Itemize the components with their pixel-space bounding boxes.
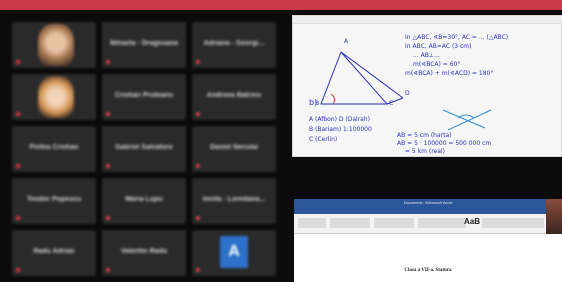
participant-name: Mihaela - Dragosana <box>109 40 179 47</box>
calculation-line: AB = 5 cm (harta) <box>397 132 452 139</box>
participant-tile[interactable]: Maria Lupu <box>102 178 186 224</box>
top-accent-bar <box>0 0 562 10</box>
map-list-line: C (Cerlin) <box>309 136 338 143</box>
muted-mic-icon <box>196 268 200 272</box>
participant-tile[interactable]: Pintea Cristian <box>12 126 96 172</box>
vertex-label: A <box>344 38 349 45</box>
muted-mic-icon <box>106 164 110 168</box>
sketch-line <box>442 109 486 129</box>
triangle-side <box>340 51 404 99</box>
participant-tile[interactable]: Gabriel Salvatore <box>102 126 186 172</box>
participant-name: Maria Lupu <box>125 196 163 203</box>
shared-document-window[interactable]: Document - Microsoft Word AaB Clasa a VI… <box>294 199 562 282</box>
participant-video <box>38 76 74 118</box>
participant-name: Teodor Popescu <box>26 196 82 203</box>
participant-video <box>38 24 74 66</box>
participant-tile[interactable]: Cristian Pruteanu <box>102 74 186 120</box>
muted-mic-icon <box>106 268 110 272</box>
document-page[interactable]: Clasa a VII-a. Statura <box>294 234 562 282</box>
map-list-line: B (Bariam) 1:100000 <box>309 126 372 133</box>
sketch-line <box>447 109 492 131</box>
muted-mic-icon <box>16 112 20 116</box>
proof-line: m(∢BCA) + m(∢ACD) = 180° <box>405 70 494 77</box>
participant-tile[interactable]: Daniel Neculai <box>192 126 276 172</box>
participant-tile[interactable] <box>12 22 96 68</box>
editing-group[interactable] <box>482 218 544 228</box>
muted-mic-icon <box>16 60 20 64</box>
vertex-label: D <box>405 90 410 97</box>
styles-group[interactable] <box>418 218 466 228</box>
muted-mic-icon <box>106 60 110 64</box>
participant-name: Andreea Batrinu <box>206 92 262 99</box>
map-list-line: A (Afbon) D (Dalrah) <box>309 116 371 123</box>
muted-mic-icon <box>196 216 200 220</box>
style-preview[interactable]: AaB <box>464 217 480 226</box>
document-heading: Clasa a VII-a. Statura <box>404 268 452 273</box>
participant-tile[interactable] <box>12 74 96 120</box>
participant-tile[interactable]: Andreea Batrinu <box>192 74 276 120</box>
muted-mic-icon <box>196 60 200 64</box>
calculation-line: AB = 5 · 100000 = 500 000 cm <box>397 140 492 147</box>
presenter-thumbnail <box>546 199 562 234</box>
muted-mic-icon <box>16 268 20 272</box>
angle-mark <box>330 93 336 105</box>
participant-name: Daniel Neculai <box>210 144 258 151</box>
vertex-label: C <box>389 100 394 107</box>
paragraph-group[interactable] <box>374 218 414 228</box>
participant-tile[interactable]: Radu Adrian <box>12 230 96 276</box>
muted-mic-icon <box>106 216 110 220</box>
document-title-bar: Document - Microsoft Word <box>294 199 562 207</box>
participant-name: Ionita - Loredana... <box>202 196 266 203</box>
whiteboard-toolbar <box>293 16 562 24</box>
clipboard-group[interactable] <box>298 218 326 228</box>
participant-tile[interactable]: Adriana - Georgi... <box>192 22 276 68</box>
exercise-label: b) <box>309 98 318 107</box>
participant-name: Radu Adrian <box>33 248 75 255</box>
participant-tile[interactable]: Teodor Popescu <box>12 178 96 224</box>
participant-name: Pintea Cristian <box>29 144 79 151</box>
ribbon-toolbar[interactable]: AaB <box>294 214 562 234</box>
triangle-shape <box>320 51 389 105</box>
participant-tile[interactable]: Valentin Radu <box>102 230 186 276</box>
participant-tile[interactable]: Ionita - Loredana... <box>192 178 276 224</box>
proof-line: m(∢BCA) = 60° <box>413 61 461 68</box>
muted-mic-icon <box>16 216 20 220</box>
participant-name: Gabriel Salvatore <box>115 144 173 151</box>
muted-mic-icon <box>196 112 200 116</box>
proof-line: In △ABC, ∢B=30°, AC = ... (△ABC) <box>405 34 509 41</box>
proof-line: In ABC, AB=AC (3 cm) <box>405 43 472 50</box>
participant-name: Adriana - Georgi... <box>203 40 265 47</box>
muted-mic-icon <box>196 164 200 168</box>
muted-mic-icon <box>16 164 20 168</box>
font-group[interactable] <box>330 218 370 228</box>
proof-line: ... AB⊥... <box>413 52 440 59</box>
shared-whiteboard[interactable]: A B C D In △ABC, ∢B=30°, AC = ... (△ABC)… <box>292 15 562 157</box>
participant-tile[interactable]: A <box>192 230 276 276</box>
participant-tile[interactable]: Mihaela - Dragosana <box>102 22 186 68</box>
participant-gallery: Mihaela - Dragosana Adriana - Georgi... … <box>12 22 282 280</box>
muted-mic-icon <box>106 112 110 116</box>
calculation-line: = 5 km (real) <box>405 148 445 155</box>
participant-name: Cristian Pruteanu <box>114 92 174 99</box>
participant-avatar: A <box>220 236 248 268</box>
ribbon-tabs[interactable] <box>294 207 562 214</box>
participant-name: Valentin Radu <box>120 248 168 255</box>
